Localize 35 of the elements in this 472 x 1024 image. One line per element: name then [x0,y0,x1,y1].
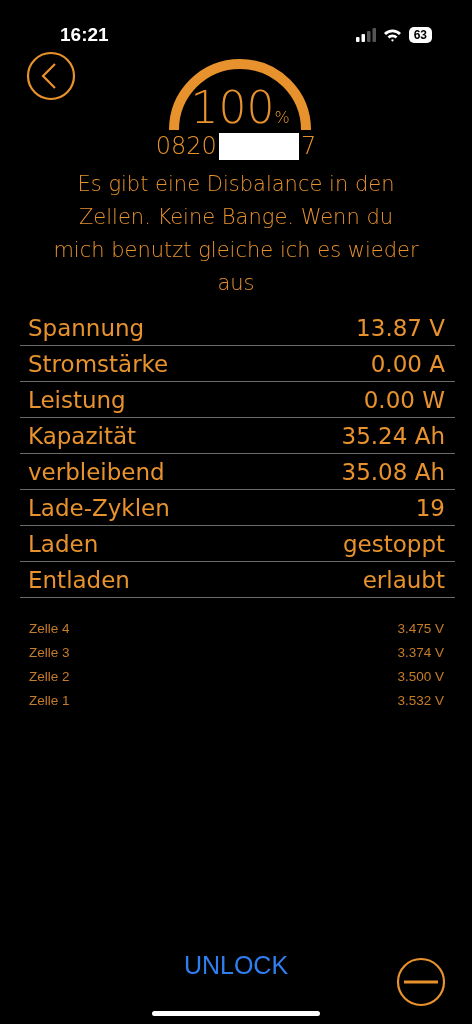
charge-percent: 100% [190,86,290,130]
unlock-button[interactable]: UNLOCK [179,948,293,982]
stat-label: verbleibend [28,458,165,485]
signal-icon [355,28,376,42]
stat-value: 19 [415,494,445,521]
cell-label: Zelle 4 [29,620,70,636]
stat-label: Leistung [28,386,126,413]
stat-value: 35.08 Ah [341,458,445,485]
stat-label: Laden [28,530,99,557]
cell-voltage: 3.374 V [397,644,444,660]
balance-message: Es gibt eine Disbalance in den Zellen. Keine Bange. Wenn du mich benutzt gleiche ich es wieder aus [52,171,420,297]
stat-value: 0.00 A [370,350,445,377]
stat-value: 35.24 Ah [341,422,445,449]
back-button[interactable] [26,51,76,101]
stat-label: Kapazität [28,422,137,449]
cell-voltage: 3.475 V [397,620,444,636]
cell-voltage: 3.500 V [397,668,444,684]
stat-label: Stromstärke [28,350,169,377]
stat-value: gestoppt [342,530,445,557]
stat-value: erlaubt [362,566,445,593]
stat-label: Spannung [28,314,145,341]
status-time: 16:21 [60,24,109,46]
stat-label: Entladen [28,566,130,593]
cell-label: Zelle 1 [29,692,70,708]
cell-label: Zelle 2 [29,668,70,684]
stat-value: 13.87 V [356,314,445,341]
stat-value: 0.00 W [363,386,445,413]
serial-number: 7 [300,132,317,160]
stat-label: Lade-Zyklen [28,494,170,521]
battery-indicator: 63 [408,27,432,43]
cell-voltage: 3.532 V [397,692,444,708]
serial-number: 0820 [155,132,217,160]
cell-label: Zelle 3 [29,644,70,660]
wifi-icon [382,28,402,42]
minus-button[interactable] [396,957,446,1007]
